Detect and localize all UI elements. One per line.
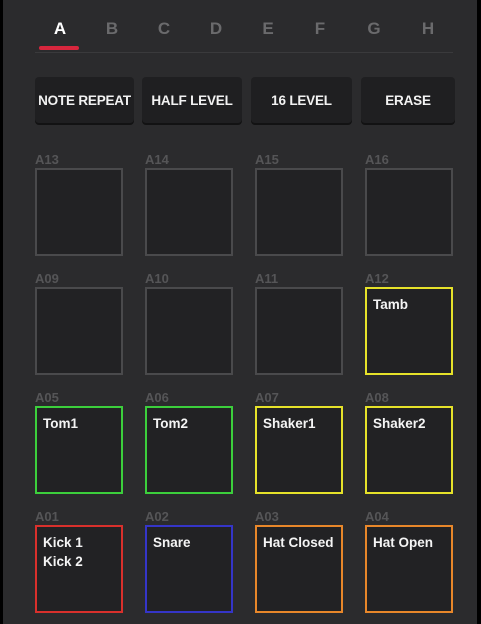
pad-label-a02: A02 [145, 509, 169, 524]
pad-a10[interactable] [145, 287, 233, 375]
pad-panel: A B C D E F G H NOTE REPEAT HALF LEVEL 1… [3, 0, 477, 624]
pad-a06[interactable]: Tom2 [145, 406, 233, 494]
note-repeat-button[interactable]: NOTE REPEAT [35, 77, 134, 123]
pad-a12[interactable]: Tamb [365, 287, 453, 375]
pad-label-a16: A16 [365, 152, 389, 167]
pad-a14[interactable] [145, 168, 233, 256]
pad-a11[interactable] [255, 287, 343, 375]
pad-name: Kick 1 Kick 2 [43, 535, 83, 569]
tab-bank-b[interactable]: B [87, 16, 137, 42]
pad-a16[interactable] [365, 168, 453, 256]
bank-tabs: A B C D E F G H [35, 16, 453, 53]
pad-name: Tom2 [153, 416, 189, 431]
pad-a13[interactable] [35, 168, 123, 256]
sixteen-level-button[interactable]: 16 LEVEL [251, 77, 352, 123]
pad-a04[interactable]: Hat Open [365, 525, 453, 613]
pad-a09[interactable] [35, 287, 123, 375]
pad-a15[interactable] [255, 168, 343, 256]
pad-label-a14: A14 [145, 152, 169, 167]
pad-name: Shaker2 [373, 416, 426, 431]
tab-bank-f[interactable]: F [295, 16, 345, 42]
pad-label-a05: A05 [35, 390, 59, 405]
pad-label-a06: A06 [145, 390, 169, 405]
pad-label-a04: A04 [365, 509, 389, 524]
tab-bank-a[interactable]: A [35, 16, 85, 42]
pad-label-a08: A08 [365, 390, 389, 405]
tab-bank-c[interactable]: C [139, 16, 189, 42]
pad-name: Hat Open [373, 535, 434, 550]
pad-name: Tom1 [43, 416, 79, 431]
tab-bank-g[interactable]: G [349, 16, 399, 42]
pad-name: Snare [153, 535, 191, 550]
pad-label-a13: A13 [35, 152, 59, 167]
pad-label-a07: A07 [255, 390, 279, 405]
tab-bank-h[interactable]: H [403, 16, 453, 42]
pad-label-a09: A09 [35, 271, 59, 286]
tab-bank-d[interactable]: D [191, 16, 241, 42]
pad-a01[interactable]: Kick 1 Kick 2 [35, 525, 123, 613]
pad-a03[interactable]: Hat Closed [255, 525, 343, 613]
pad-label-a15: A15 [255, 152, 279, 167]
pad-a02[interactable]: Snare [145, 525, 233, 613]
pad-label-a11: A11 [255, 271, 279, 286]
pad-label-a10: A10 [145, 271, 169, 286]
pad-a08[interactable]: Shaker2 [365, 406, 453, 494]
erase-button[interactable]: ERASE [361, 77, 455, 123]
half-level-button[interactable]: HALF LEVEL [142, 77, 242, 123]
pad-name: Tamb [373, 297, 409, 312]
tab-bank-e[interactable]: E [243, 16, 293, 42]
pad-label-a01: A01 [35, 509, 59, 524]
pad-label-a03: A03 [255, 509, 279, 524]
active-tab-indicator [39, 46, 79, 50]
pad-name: Shaker1 [263, 416, 316, 431]
pad-name: Hat Closed [263, 535, 334, 550]
pad-a05[interactable]: Tom1 [35, 406, 123, 494]
pad-label-a12: A12 [365, 271, 389, 286]
pad-a07[interactable]: Shaker1 [255, 406, 343, 494]
